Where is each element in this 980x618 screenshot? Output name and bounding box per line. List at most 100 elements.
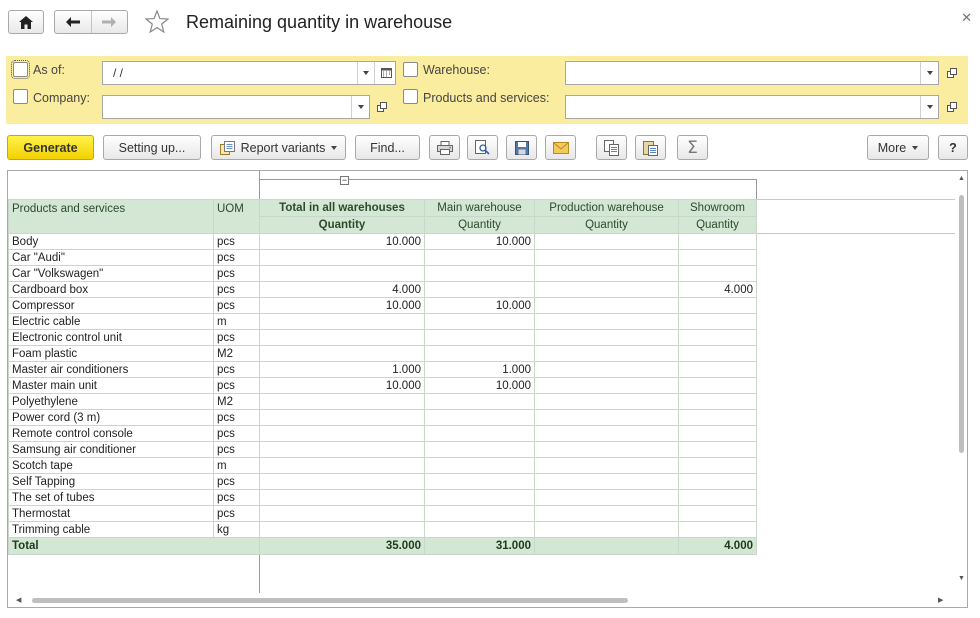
row-product-cell: Electric cable	[8, 313, 214, 330]
table-row[interactable]: Trimming cable kg	[8, 521, 757, 538]
header-row: Products and services UOM Total in all w…	[8, 199, 757, 234]
open-icon	[377, 102, 387, 112]
row-main-warehouse-cell	[424, 345, 535, 362]
horizontal-scroll-thumb[interactable]	[32, 598, 628, 603]
row-product-cell: Thermostat	[8, 505, 214, 522]
navigation-buttons	[54, 10, 128, 34]
table-row[interactable]: Cardboard box pcs 4.000 4.000	[8, 281, 757, 298]
row-product-cell: Master air conditioners	[8, 361, 214, 378]
as-of-checkbox[interactable]	[11, 60, 30, 79]
table-row[interactable]: Power cord (3 m) pcs	[8, 409, 757, 426]
warehouse-field[interactable]	[565, 61, 939, 85]
row-production-cell	[534, 505, 679, 522]
more-button[interactable]: More	[867, 135, 929, 160]
row-production-cell	[534, 393, 679, 410]
home-icon	[19, 15, 33, 29]
table-row[interactable]: Samsung air conditioner pcs	[8, 441, 757, 458]
row-product-cell: Compressor	[8, 297, 214, 314]
row-uom-cell: pcs	[213, 249, 260, 266]
products-checkbox[interactable]	[403, 89, 418, 104]
products-dropdown-button[interactable]	[920, 96, 938, 118]
total-row: Total 35.000 31.000 4.000	[8, 537, 757, 555]
report-variants-button[interactable]: Report variants	[211, 135, 346, 160]
table-row[interactable]: Master main unit pcs 10.000 10.000	[8, 377, 757, 394]
row-main-warehouse-cell	[424, 505, 535, 522]
products-open-button[interactable]	[942, 95, 962, 119]
table-row[interactable]: Electric cable m	[8, 313, 757, 330]
sum-button[interactable]: Σ	[677, 135, 708, 160]
company-checkbox[interactable]	[13, 89, 28, 104]
back-button[interactable]	[55, 11, 91, 33]
report-area[interactable]: − Products and services UOM Total in all…	[7, 170, 968, 608]
table-row[interactable]: Self Tapping pcs	[8, 473, 757, 490]
generate-button[interactable]: Generate	[7, 135, 94, 160]
table-row[interactable]: Foam plastic M2	[8, 345, 757, 362]
row-product-cell: Body	[8, 233, 214, 250]
help-button[interactable]: ?	[938, 135, 968, 160]
row-total-cell	[259, 345, 425, 362]
preview-button[interactable]	[467, 135, 498, 160]
table-row[interactable]: Car "Volkswagen" pcs	[8, 265, 757, 282]
company-dropdown-button[interactable]	[351, 96, 369, 118]
row-uom-cell: pcs	[213, 265, 260, 282]
vertical-scroll-thumb[interactable]	[959, 195, 964, 453]
star-icon	[144, 9, 170, 34]
copy-button[interactable]	[596, 135, 627, 160]
find-button[interactable]: Find...	[355, 135, 420, 160]
favorite-button[interactable]	[144, 9, 170, 36]
print-button[interactable]	[429, 135, 460, 160]
row-main-warehouse-cell	[424, 249, 535, 266]
row-showroom-cell	[678, 457, 757, 474]
warehouse-label: Warehouse:	[423, 63, 490, 77]
table-row[interactable]: Electronic control unit pcs	[8, 329, 757, 346]
warehouse-checkbox[interactable]	[403, 62, 418, 77]
row-total-cell	[259, 265, 425, 282]
table-row[interactable]: Thermostat pcs	[8, 505, 757, 522]
scroll-up-icon[interactable]: ▲	[958, 175, 965, 182]
row-total-cell	[259, 505, 425, 522]
row-uom-cell: m	[213, 313, 260, 330]
row-main-warehouse-cell	[424, 473, 535, 490]
products-field[interactable]	[565, 95, 939, 119]
table-row[interactable]: Car "Audi" pcs	[8, 249, 757, 266]
vertical-scrollbar[interactable]: ▲ ▼	[955, 171, 967, 593]
send-mail-button[interactable]	[545, 135, 576, 160]
collapse-group-button[interactable]: −	[340, 176, 349, 185]
table-row[interactable]: Compressor pcs 10.000 10.000	[8, 297, 757, 314]
row-main-warehouse-cell	[424, 457, 535, 474]
row-main-warehouse-cell	[424, 329, 535, 346]
scroll-down-icon[interactable]: ▼	[958, 575, 965, 582]
setting-up-button[interactable]: Setting up...	[103, 135, 201, 160]
table-row[interactable]: Body pcs 10.000 10.000	[8, 233, 757, 250]
row-showroom-cell	[678, 393, 757, 410]
table-row[interactable]: Scotch tape m	[8, 457, 757, 474]
company-field[interactable]	[102, 95, 370, 119]
table-row[interactable]: Polyethylene M2	[8, 393, 757, 410]
report-table: Products and services UOM Total in all w…	[8, 199, 757, 555]
warehouse-open-button[interactable]	[942, 61, 962, 85]
as-of-date-field[interactable]: / /	[102, 61, 396, 85]
table-row[interactable]: The set of tubes pcs	[8, 489, 757, 506]
close-icon[interactable]: ✕	[961, 10, 972, 26]
scroll-left-icon[interactable]: ◀	[16, 596, 21, 604]
paste-button[interactable]	[635, 135, 666, 160]
as-of-dropdown-button[interactable]	[357, 62, 375, 84]
row-production-cell	[534, 249, 679, 266]
row-uom-cell: pcs	[213, 233, 260, 250]
calendar-button[interactable]	[377, 62, 395, 84]
row-uom-cell: M2	[213, 345, 260, 362]
header-main-warehouse: Main warehouse	[424, 199, 535, 217]
horizontal-scrollbar[interactable]: ◀ ▶	[8, 593, 957, 607]
company-open-button[interactable]	[372, 95, 392, 119]
save-button[interactable]	[506, 135, 537, 160]
back-arrow-icon	[65, 17, 80, 27]
warehouse-dropdown-button[interactable]	[920, 62, 938, 84]
forward-button[interactable]	[90, 11, 128, 33]
table-row[interactable]: Remote control console pcs	[8, 425, 757, 442]
home-button[interactable]	[8, 10, 44, 34]
row-total-cell: 4.000	[259, 281, 425, 298]
row-uom-cell: pcs	[213, 281, 260, 298]
scroll-right-icon[interactable]: ▶	[938, 596, 943, 604]
table-row[interactable]: Master air conditioners pcs 1.000 1.000	[8, 361, 757, 378]
row-product-cell: Self Tapping	[8, 473, 214, 490]
